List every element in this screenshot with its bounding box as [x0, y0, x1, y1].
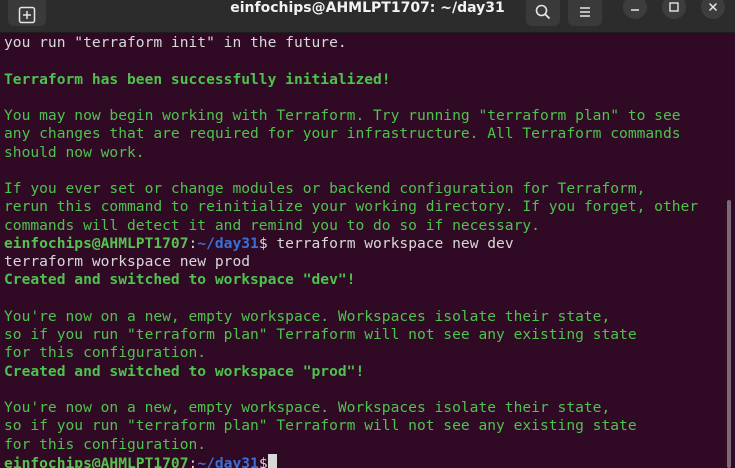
terminal-line: You're now on a new, empty workspace. Wo… [4, 399, 611, 416]
close-icon [708, 2, 718, 12]
hamburger-menu-icon [580, 7, 590, 17]
prompt-user: einfochips@AHMLPT1707 [4, 454, 189, 468]
terminal-line: for this configuration. [4, 435, 207, 453]
terminal-line: Terraform has been successfully initiali… [4, 70, 391, 88]
search-button[interactable] [526, 0, 560, 26]
terminal-line: for this configuration. [4, 344, 207, 362]
terminal-scrollbar[interactable] [727, 200, 731, 468]
terminal-line: You may now begin working with Terraform… [4, 107, 681, 124]
terminal-line: rerun this command to reinitialize your … [4, 198, 699, 216]
terminal-output[interactable]: you run "terraform init" in the future. … [4, 34, 719, 468]
terminal-line: Created and switched to workspace "dev"! [4, 271, 356, 289]
maximize-icon [669, 2, 679, 12]
prompt-path: ~/day31 [197, 234, 259, 252]
terminal-line: terraform workspace new prod [4, 253, 251, 270]
terminal-line: Created and switched to workspace "prod"… [4, 362, 365, 380]
prompt-user: einfochips@AHMLPT1707 [4, 234, 189, 252]
title-bar: einfochips@AHMLPT1707: ~/day31 [0, 0, 735, 33]
terminal-line: you run "terraform init" in the future. [4, 34, 347, 51]
prompt-line[interactable]: einfochips@AHMLPT1707:~/day31$ [4, 453, 719, 468]
minimize-icon [631, 9, 639, 11]
terminal-line: If you ever set or change modules or bac… [4, 180, 646, 197]
prompt-colon: : [188, 234, 198, 252]
terminal-line: commands will detect it and remind you t… [4, 216, 540, 234]
terminal-line: so if you run "terraform plan" Terraform… [4, 326, 637, 343]
terminal-line: should now work. [4, 143, 145, 161]
prompt-colon: : [188, 454, 198, 468]
menu-button[interactable] [568, 0, 602, 26]
terminal-line: You're now on a new, empty workspace. Wo… [4, 307, 611, 325]
search-icon [535, 4, 551, 20]
text-cursor [267, 453, 277, 468]
prompt-line: einfochips@AHMLPT1707:~/day31$ terraform… [4, 235, 719, 253]
prompt-path: ~/day31 [197, 454, 259, 468]
prompt-command: $ [258, 454, 268, 468]
terminal-line: any changes that are required for your i… [4, 125, 681, 143]
terminal-line: so if you run "terraform plan" Terraform… [4, 417, 637, 435]
prompt-command: $ terraform workspace new dev [258, 234, 514, 252]
